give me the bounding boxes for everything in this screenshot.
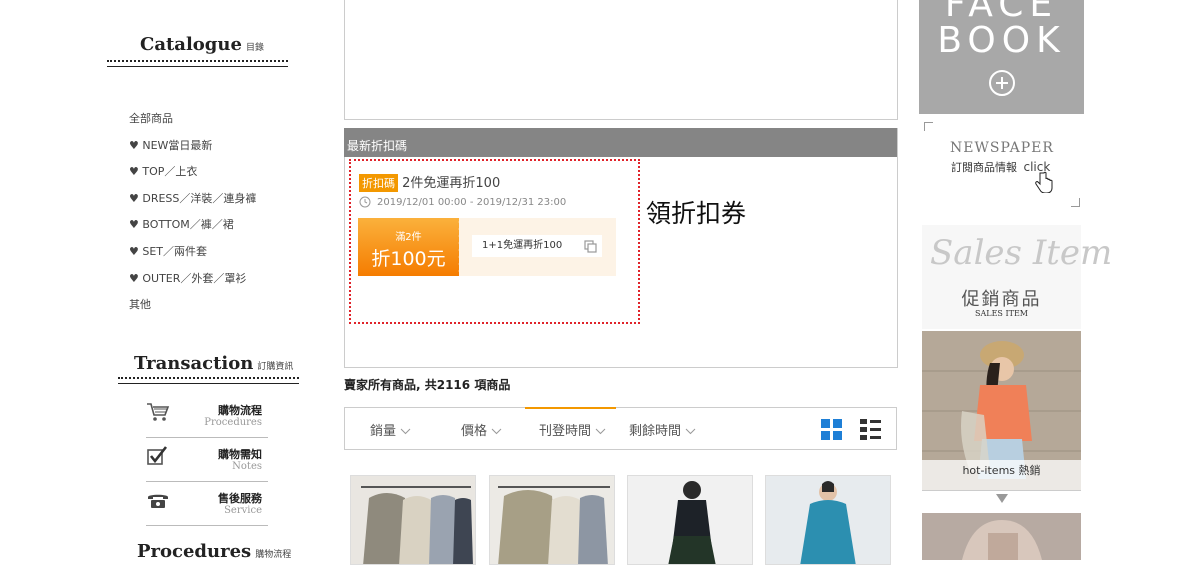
sort-active-indicator [525,407,616,409]
catalogue-title-text: Catalogue [140,34,242,55]
catalogue-subtitle: 目錄 [245,43,264,53]
checkbox-check-icon [147,446,168,465]
hot-item-card[interactable]: hot-items 熱銷 [922,331,1081,491]
category-item-outer[interactable]: ♥ OUTER／外套／罩衫 [129,270,256,297]
sort-by-remaining-time[interactable]: 剩餘時間 [629,420,696,439]
chevron-down-icon [685,428,696,435]
catalogue-title: Catalogue 目錄 [140,34,264,55]
chevron-down-icon [595,428,606,435]
category-item-top[interactable]: ♥ TOP／上衣 [129,163,256,190]
category-item-all[interactable]: 全部商品 [129,110,256,137]
info-service-en: Service [224,505,262,516]
category-list: 全部商品 ♥ NEW當日最新 ♥ TOP／上衣 ♥ DRESS／洋裝／連身褲 ♥… [129,110,256,323]
sort-by-price[interactable]: 價格 [461,420,502,439]
down-arrow-icon[interactable] [996,494,1008,503]
transaction-divider [118,377,299,384]
corner-mark [1071,198,1080,207]
procedures-title: Procedures 購物流程 [137,541,291,562]
banner-frame [344,0,898,120]
claim-coupon-label[interactable]: 領折扣券 [646,194,746,230]
coupon-tag: 折扣碼 [359,174,398,192]
coupon-condition: 滿2件 [395,232,422,243]
grid-view-icon[interactable] [821,419,842,440]
facebook-text-line2: BOOK [937,20,1066,61]
coupon-title: 2件免運再折100 [402,176,501,191]
product-image [628,476,752,564]
product-thumbnail[interactable] [765,475,891,565]
info-service-label: 售後服務 [218,492,262,505]
product-image [766,476,890,564]
sort-by-remaining-time-label: 剩餘時間 [629,424,682,439]
transaction-title-text: Transaction [134,353,254,374]
telephone-icon [148,494,168,508]
sort-by-listing-time-label: 刊登時間 [539,424,592,439]
hot-item-card-next[interactable] [922,513,1081,560]
category-item-dress[interactable]: ♥ DRESS／洋裝／連身褲 [129,190,256,217]
hot-item-image [922,513,1081,560]
sales-item-banner[interactable]: Sales Item 促銷商品 SALES ITEM [922,225,1113,329]
category-item-new[interactable]: ♥ NEW當日最新 [129,137,256,164]
hot-items-label: hot-items 熱銷 [922,460,1081,490]
sales-en-text: SALES ITEM [975,309,1028,318]
info-service[interactable]: 售後服務 Service [146,481,268,526]
corner-mark [924,122,933,131]
sort-bar: 銷量 價格 刊登時間 剩餘時間 [344,407,897,450]
sort-by-sales-label: 銷量 [370,424,397,439]
list-view-icon[interactable] [860,419,881,440]
product-image [490,476,614,564]
pointer-hand-icon [1035,171,1053,193]
procedures-title-text: Procedures [137,541,252,562]
product-thumbnail[interactable] [627,475,753,565]
product-thumbnail[interactable] [489,475,615,565]
sort-by-sales[interactable]: 銷量 [370,420,411,439]
coupon-title-row: 折扣碼 2件免運再折100 [359,172,500,192]
info-notes[interactable]: 購物需知 Notes [146,437,268,482]
sort-by-listing-time[interactable]: 刊登時間 [539,420,606,439]
catalogue-divider [107,60,288,67]
info-procedures-en: Procedures [204,417,262,428]
procedures-subtitle: 購物流程 [255,550,292,560]
category-item-set[interactable]: ♥ SET／兩件套 [129,243,256,270]
product-thumbnail[interactable] [350,475,476,565]
newspaper-title[interactable]: NEWSPAPER [950,140,1054,156]
coupon-period: 2019/12/01 00:00 - 2019/12/31 23:00 [377,196,567,208]
product-image [351,476,475,564]
plus-circle-icon [989,70,1015,96]
sales-script-text: Sales Item [930,233,1113,273]
product-count: 賣家所有商品, 共2116 項商品 [344,378,511,392]
chevron-down-icon [400,428,411,435]
coupon-discount: 折100元 [371,248,446,270]
info-procedures-label: 購物流程 [218,404,262,417]
transaction-subtitle: 訂購資訊 [257,362,294,372]
clock-icon [359,196,371,208]
category-item-bottom[interactable]: ♥ BOTTOM／褲／裙 [129,216,256,243]
shopping-cart-icon [147,403,170,421]
category-item-other[interactable]: 其他 [129,296,256,323]
coupon-code: 1+1免運再折100 [482,240,563,251]
info-procedures[interactable]: 購物流程 Procedures [146,393,268,438]
coupon-header: 最新折扣碼 [344,128,897,157]
coupon-value: 滿2件 折100元 [358,218,461,276]
newspaper-subtitle-text: 訂閱商品情報 [951,161,1017,174]
coupon-period-row: 2019/12/01 00:00 - 2019/12/31 23:00 [359,196,566,208]
coupon-card[interactable]: 滿2件 折100元 1+1免運再折100 [358,218,616,276]
info-notes-en: Notes [232,461,262,472]
coupon-code-field[interactable]: 1+1免運再折100 [472,235,602,257]
copy-icon[interactable] [584,240,597,253]
sales-zh-text: 促銷商品 [961,289,1042,310]
chevron-down-icon [491,428,502,435]
transaction-title: Transaction 訂購資訊 [134,353,293,374]
info-notes-label: 購物需知 [218,448,262,461]
sort-by-price-label: 價格 [461,424,488,439]
coupon-notch [457,218,461,276]
facebook-banner[interactable]: FACE BOOK [919,0,1084,114]
